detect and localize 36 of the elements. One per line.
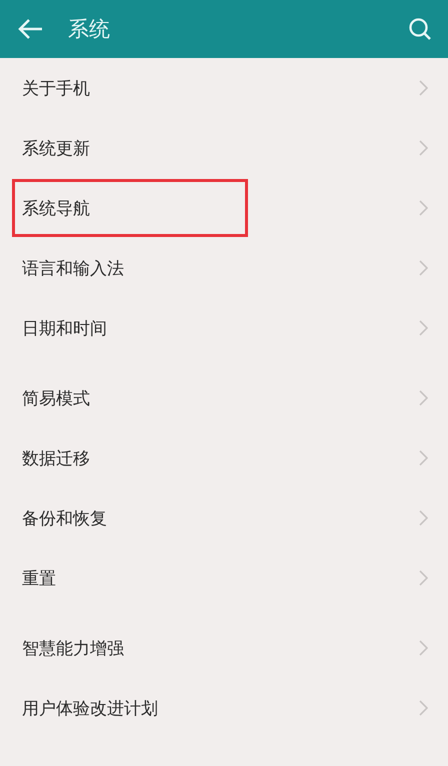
item-label: 系统导航 [22, 198, 91, 220]
item-label: 简易模式 [22, 388, 91, 410]
item-label: 数据迁移 [22, 448, 91, 470]
settings-item[interactable]: 日期和时间 [0, 298, 448, 358]
chevron-icon [419, 260, 428, 276]
chevron-icon [419, 200, 428, 216]
item-label: 用户体验改进计划 [22, 698, 159, 720]
settings-item[interactable]: 智慧能力增强 [0, 618, 448, 678]
chevron-icon [419, 80, 428, 96]
chevron-icon [419, 390, 428, 406]
chevron-icon [419, 140, 428, 156]
settings-item[interactable]: 简易模式 [0, 368, 448, 428]
back-arrow-icon[interactable] [18, 18, 44, 40]
item-label: 备份和恢复 [22, 508, 108, 530]
settings-item[interactable]: 语言和输入法 [0, 238, 448, 298]
search-icon[interactable] [408, 17, 432, 41]
item-label: 关于手机 [22, 78, 91, 100]
item-label: 智慧能力增强 [22, 638, 125, 660]
chevron-icon [419, 570, 428, 586]
settings-item[interactable]: 备份和恢复 [0, 488, 448, 548]
settings-item[interactable]: 重置 [0, 548, 448, 608]
page-title: 系统 [68, 16, 111, 43]
chevron-icon [419, 320, 428, 336]
chevron-icon [419, 640, 428, 656]
item-label: 系统更新 [22, 138, 91, 160]
item-label: 日期和时间 [22, 318, 108, 340]
settings-item[interactable]: 关于手机 [0, 58, 448, 118]
settings-item[interactable]: 数据迁移 [0, 428, 448, 488]
chevron-icon [419, 510, 428, 526]
settings-item[interactable]: 系统导航 [0, 178, 448, 238]
settings-item[interactable]: 系统更新 [0, 118, 448, 178]
chevron-icon [419, 450, 428, 466]
item-label: 语言和输入法 [22, 258, 125, 280]
chevron-icon [419, 700, 428, 716]
item-label: 重置 [22, 568, 57, 590]
settings-item[interactable]: 用户体验改进计划 [0, 678, 448, 738]
